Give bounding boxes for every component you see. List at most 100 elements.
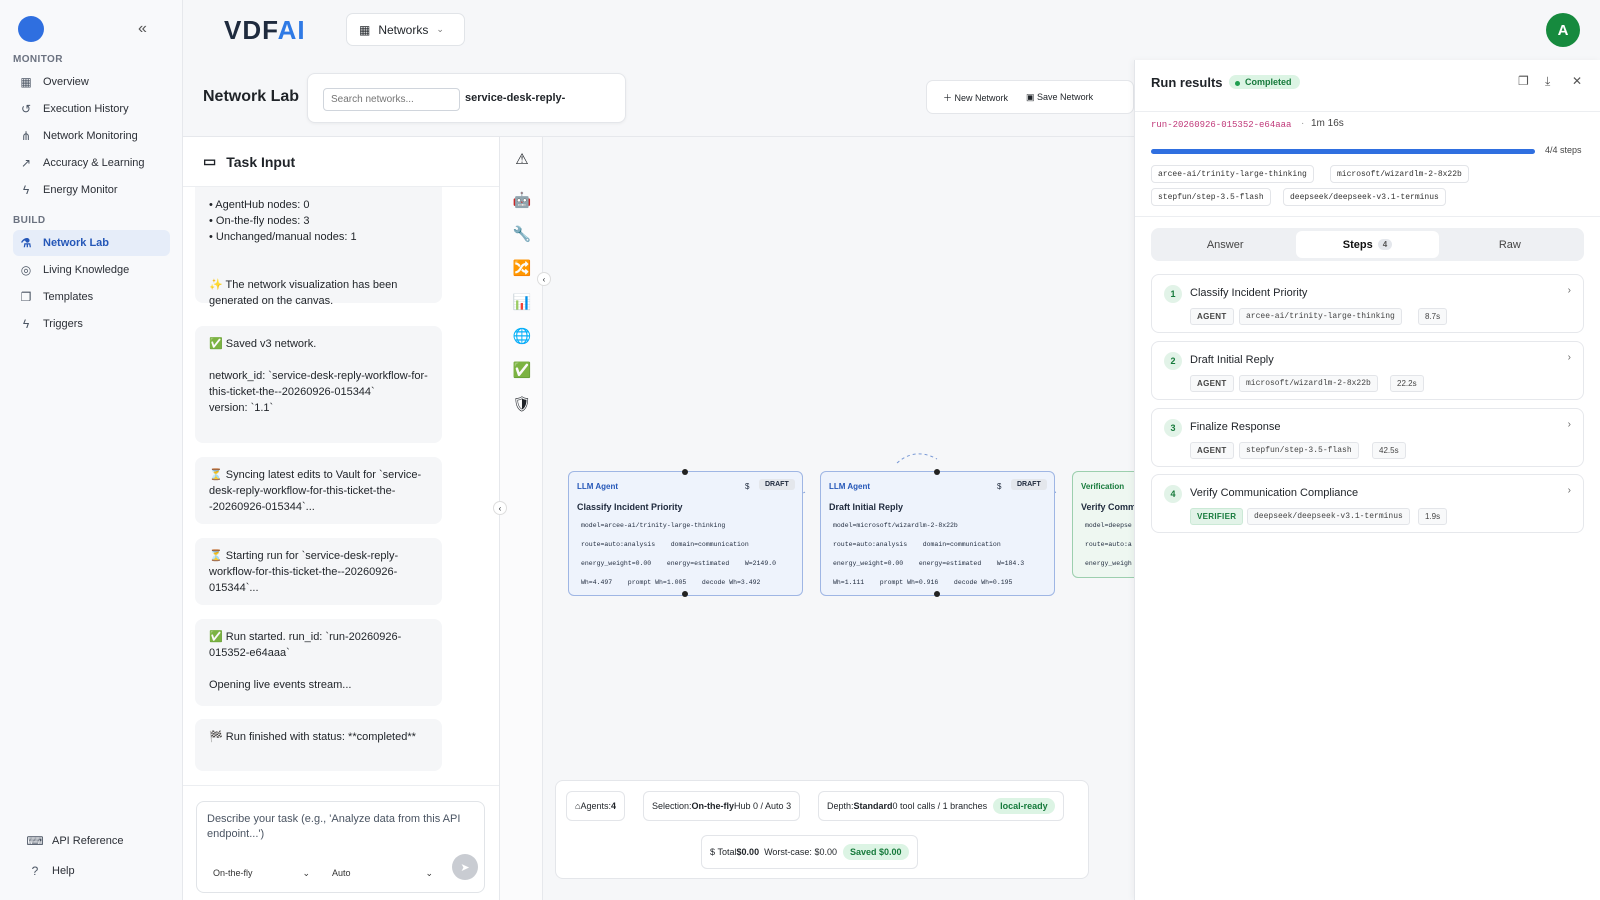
- node-detail: Wh=4.497 prompt Wh=1.005 decode Wh=3.492: [581, 579, 761, 586]
- result-tabs: Answer Steps 4 Raw: [1151, 228, 1584, 261]
- close-icon[interactable]: ✕: [1572, 74, 1582, 88]
- code-icon: ⌨: [26, 834, 44, 848]
- brand-text: VDF: [224, 15, 278, 45]
- run-results-title: Run results: [1151, 75, 1223, 90]
- divider: [183, 785, 499, 786]
- app-logo[interactable]: [18, 16, 44, 42]
- agents-stat: ⌂ Agents: 4: [566, 791, 625, 821]
- divider: [1135, 216, 1600, 217]
- brand-text-ai: AI: [277, 15, 306, 45]
- task-textarea[interactable]: Describe your task (e.g., 'Analyze data …: [207, 812, 477, 842]
- tab-label: Answer: [1206, 238, 1244, 251]
- bolt-icon: ϟ: [22, 317, 30, 331]
- model-select[interactable]: Auto ⌄: [332, 868, 433, 879]
- sidebar-item-help[interactable]: ? Help: [22, 858, 162, 884]
- sidebar-item-energy-monitor[interactable]: ϟ Energy Monitor: [13, 177, 170, 203]
- depth-stat: Depth: Standard 0 tool calls / 1 branches l…: [818, 791, 1064, 821]
- model-chip: deepseek/deepseek-v3.1-terminus: [1283, 188, 1446, 206]
- step-kind: AGENT: [1190, 442, 1234, 459]
- node-port[interactable]: [682, 591, 688, 597]
- canvas-node-draft-reply[interactable]: LLM Agent $ DRAFT Draft Initial Reply mo…: [820, 469, 1055, 597]
- total-value: $0.00: [736, 847, 760, 857]
- send-button[interactable]: ➤: [452, 854, 478, 880]
- sidebar-item-label: Help: [52, 865, 75, 877]
- canvas-node-verify[interactable]: Verification Verify Comm model=deepse ro…: [1072, 471, 1142, 578]
- step-model: deepseek/deepseek-v3.1-terminus: [1247, 508, 1410, 525]
- dollar-icon: $: [710, 847, 716, 857]
- copy-icon: ❐: [20, 290, 32, 304]
- step-title: Verify Communication Compliance: [1190, 487, 1359, 499]
- network-canvas[interactable]: ⚠ 🤖 🔧 🔀 📊 🌐 ✅ 🛡 ‹ ‹ LLM Agent $ DRAFT Cl…: [493, 136, 1142, 900]
- sidebar-item-templates[interactable]: ❐ Templates: [13, 284, 170, 310]
- tab-steps[interactable]: Steps 4: [1296, 231, 1439, 258]
- copy-icon[interactable]: ❐: [1518, 74, 1529, 88]
- cost-icon: $: [997, 482, 1002, 491]
- run-progress-fill: [1151, 149, 1535, 154]
- avatar[interactable]: A: [1546, 13, 1580, 47]
- agents-value: 4: [610, 801, 616, 811]
- new-network-button[interactable]: ＋ New Network: [943, 91, 1008, 104]
- model-chip: arcee-ai/trinity-large-thinking: [1151, 165, 1314, 183]
- step-number: 3: [1164, 419, 1182, 437]
- draft-badge: DRAFT: [1011, 479, 1047, 490]
- node-type: LLM Agent: [577, 482, 619, 491]
- tab-answer[interactable]: Answer: [1154, 231, 1296, 258]
- sidebar-item-network-monitoring[interactable]: ⋔ Network Monitoring: [13, 123, 170, 149]
- chat-message: ⏳ Starting run for `service-desk-reply-w…: [195, 538, 442, 605]
- task-input-title: Task Input: [226, 153, 296, 170]
- mode-select-value: On-the-fly: [213, 868, 253, 878]
- chevron-right-icon[interactable]: ›: [1568, 352, 1571, 363]
- separator: ·: [1301, 118, 1305, 129]
- model-chip: stepfun/step-3.5-flash: [1151, 188, 1271, 206]
- mode-select[interactable]: On-the-fly ⌄: [213, 868, 310, 879]
- tab-label: Raw: [1498, 238, 1521, 251]
- network-search-box: service-desk-reply-: [307, 73, 626, 123]
- chevron-right-icon[interactable]: ›: [1568, 485, 1571, 496]
- sidebar-item-api-reference[interactable]: ⌨ API Reference: [22, 828, 162, 854]
- tab-raw[interactable]: Raw: [1439, 231, 1581, 258]
- sidebar-item-overview[interactable]: ▦ Overview: [13, 69, 170, 95]
- node-port[interactable]: [934, 469, 940, 475]
- step-number: 4: [1164, 485, 1182, 503]
- node-port[interactable]: [934, 591, 940, 597]
- step-model: arcee-ai/trinity-large-thinking: [1239, 308, 1402, 325]
- brand-logo[interactable]: VDFAI: [224, 15, 306, 46]
- chat-message: 🏁 Run finished with status: **completed*…: [195, 719, 442, 771]
- step-kind: AGENT: [1190, 375, 1234, 392]
- node-port[interactable]: [682, 469, 688, 475]
- canvas-node-classify[interactable]: LLM Agent $ DRAFT Classify Incident Prio…: [568, 469, 803, 597]
- sidebar-item-living-knowledge[interactable]: ◎ Living Knowledge: [13, 257, 170, 283]
- chevron-right-icon[interactable]: ›: [1568, 419, 1571, 430]
- download-icon[interactable]: ⤓: [1545, 74, 1550, 89]
- draft-badge: DRAFT: [759, 479, 795, 490]
- search-input[interactable]: [323, 88, 460, 111]
- node-detail: Wh=1.111 prompt Wh=0.916 decode Wh=0.195: [833, 579, 1013, 586]
- step-card[interactable]: 4 Verify Communication Compliance › VERI…: [1151, 474, 1584, 533]
- sidebar-item-accuracy-learning[interactable]: ↗ Accuracy & Learning: [13, 150, 170, 176]
- sidebar-item-execution-history[interactable]: ↺ Execution History: [13, 96, 170, 122]
- node-type: Verification: [1081, 482, 1125, 491]
- save-network-button[interactable]: ▣ Save Network: [1026, 92, 1093, 103]
- sidebar-item-label: Accuracy & Learning: [43, 157, 145, 169]
- chevron-down-icon: ⌄: [302, 868, 311, 878]
- step-card[interactable]: 1 Classify Incident Priority › AGENT arc…: [1151, 274, 1584, 333]
- step-time: 22.2s: [1390, 375, 1424, 392]
- step-model: microsoft/wizardlm-2-8x22b: [1239, 375, 1378, 392]
- sidebar-item-network-lab[interactable]: ⚗ Network Lab: [13, 230, 170, 256]
- networks-dropdown[interactable]: ▦ Networks ⌄: [346, 13, 465, 46]
- chevron-right-icon[interactable]: ›: [1568, 285, 1571, 296]
- step-card[interactable]: 2 Draft Initial Reply › AGENT microsoft/…: [1151, 341, 1584, 400]
- task-input-header: ▭ Task Input: [183, 137, 499, 187]
- local-ready-badge: local-ready: [993, 798, 1055, 814]
- task-input-panel: ▭ Task Input • AgentHub nodes: 0 • On-th…: [183, 136, 500, 900]
- sidebar-item-label: Network Monitoring: [43, 130, 138, 142]
- step-kind: AGENT: [1190, 308, 1234, 325]
- sidebar-item-triggers[interactable]: ϟ Triggers: [13, 311, 170, 337]
- total-label: Total: [717, 847, 737, 857]
- collapse-sidebar-icon[interactable]: «: [138, 20, 147, 38]
- edge: [896, 453, 938, 464]
- node-detail: energy_weight=0.00 energy=estimated W=18…: [833, 560, 1025, 567]
- network-icon: ⋔: [20, 129, 32, 143]
- step-card[interactable]: 3 Finalize Response › AGENT stepfun/step…: [1151, 408, 1584, 467]
- model-chip: microsoft/wizardlm-2-8x22b: [1330, 165, 1469, 183]
